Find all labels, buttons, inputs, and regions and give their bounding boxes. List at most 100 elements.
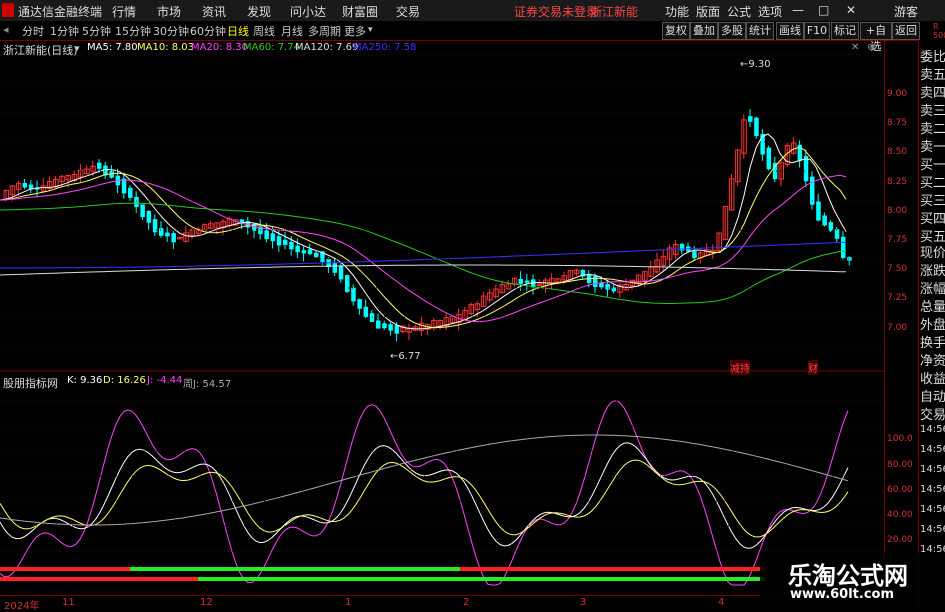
candle-body — [518, 278, 524, 284]
candle-body — [276, 236, 282, 246]
side-panel-item[interactable]: 卖五 — [920, 64, 945, 83]
menu-faxian[interactable]: 发现 — [247, 3, 271, 20]
y-tick: 7.75 — [887, 235, 908, 245]
corner-label: R 500 — [933, 22, 945, 40]
tab-5min[interactable]: 5分钟 — [82, 23, 111, 39]
menu-caifuquan[interactable]: 财富圈 — [342, 3, 378, 20]
menu-xuanxiang[interactable]: 选项 — [758, 3, 782, 20]
menu-jiaoyi[interactable]: 交易 — [396, 3, 420, 20]
side-panel-item[interactable]: 买一 — [920, 154, 945, 173]
candle-body — [264, 230, 269, 240]
candle-body — [314, 252, 319, 258]
low-label: ←6.77 — [390, 351, 421, 362]
side-panel-item[interactable]: 外盘 — [920, 314, 945, 333]
side-panel-item[interactable]: 买二 — [920, 172, 945, 191]
side-panel-item[interactable]: 委比 — [920, 46, 945, 65]
candle-body — [134, 196, 139, 208]
chart-expand-icon[interactable]: ⊕ — [867, 42, 875, 53]
side-panel-item[interactable]: 卖四 — [920, 82, 945, 101]
side-panel-item[interactable]: 14:56 — [920, 484, 945, 495]
login-status[interactable]: 证券交易未登录 — [514, 3, 598, 20]
back-button[interactable]: 返回 — [892, 22, 920, 40]
side-panel-item[interactable]: 现价 — [920, 242, 945, 261]
chart-collapse-icon[interactable]: ✕ — [851, 42, 859, 53]
huaxian-button[interactable]: 画线 — [776, 22, 804, 40]
side-panel-item[interactable]: 14:56 — [920, 444, 945, 455]
side-panel-item[interactable]: 14:56 — [920, 504, 945, 515]
scroll-left-icon[interactable]: ◂ — [3, 23, 9, 36]
y-tick: 8.25 — [887, 177, 908, 187]
fuquan-button[interactable]: 复权 — [662, 22, 690, 40]
watermark-title: 乐淘公式网 — [788, 562, 908, 590]
menu-hangqing[interactable]: 行情 — [112, 3, 136, 20]
menu-shichang[interactable]: 市场 — [157, 3, 181, 20]
f10-button[interactable]: F10 — [804, 22, 830, 40]
x-tick: 12 — [200, 597, 213, 608]
add-watchlist-button[interactable]: +自选 — [860, 22, 892, 53]
tab-15min[interactable]: 15分钟 — [115, 23, 151, 39]
tab-30min[interactable]: 30分钟 — [153, 23, 189, 39]
candle-body — [159, 228, 164, 236]
menu-gongshi[interactable]: 公式 — [727, 3, 751, 20]
side-panel-item[interactable]: 买三 — [920, 190, 945, 209]
tongji-button[interactable]: 统计 — [746, 22, 774, 40]
tab-multi-period[interactable]: 多周期 — [308, 23, 341, 39]
tab-weekly[interactable]: 周线 — [253, 23, 275, 39]
candle-body — [766, 147, 772, 170]
candle-body — [394, 325, 400, 334]
side-panel-item[interactable]: 14:56 — [920, 424, 945, 435]
candle-body — [165, 232, 170, 237]
d-line — [0, 459, 849, 538]
side-panel-item[interactable]: 交易 — [920, 404, 945, 423]
menu-gongneng[interactable]: 功能 — [665, 3, 689, 20]
signal-bar — [0, 567, 130, 571]
tab-monthly[interactable]: 月线 — [281, 23, 303, 39]
account-label[interactable]: 游客 — [894, 3, 918, 20]
ma20-label: MA20: 8.30 — [191, 42, 249, 53]
minimize-icon[interactable]: — — [792, 3, 804, 17]
diejia-button[interactable]: 叠加 — [690, 22, 718, 40]
candle-body — [754, 117, 759, 137]
kline-chart[interactable] — [0, 40, 884, 595]
more-dropdown-icon[interactable]: ▾ — [368, 25, 373, 35]
side-panel-item[interactable]: 自动 — [920, 386, 945, 405]
jianchi-marker[interactable]: 减持 — [730, 360, 750, 375]
ma250-label: MA250: 7.58 — [353, 42, 417, 53]
tab-1min[interactable]: 1分钟 — [50, 23, 79, 39]
biaoji-button[interactable]: 标记 — [831, 22, 859, 40]
menu-banmian[interactable]: 版面 — [696, 3, 720, 20]
x-tick: 2024年 — [4, 601, 40, 612]
tab-60min[interactable]: 60分钟 — [190, 23, 226, 39]
tab-fenshi[interactable]: 分时 — [22, 23, 44, 39]
side-panel-item[interactable]: 净资 — [920, 350, 945, 369]
menu-zixun[interactable]: 资讯 — [202, 3, 226, 20]
side-panel-item[interactable]: 卖一 — [920, 136, 945, 155]
ma10-label: MA10: 8.03 — [137, 42, 195, 53]
side-panel-item[interactable]: 涨跌 — [920, 260, 945, 279]
duogu-button[interactable]: 多股 — [718, 22, 746, 40]
main-chart-header: 浙江新能(日线) ▾ MA5: 7.80 MA10: 8.03 MA20: 8.… — [3, 42, 883, 57]
side-panel-item[interactable]: 总量 — [920, 296, 945, 315]
kdj-tick: 80.00 — [887, 460, 913, 470]
menu-wenxiaoda[interactable]: 问小达 — [290, 3, 326, 20]
weekly-j-line — [0, 434, 849, 526]
caiwu-marker[interactable]: 财 — [808, 360, 818, 375]
side-panel-item[interactable]: 卖二 — [920, 118, 945, 137]
candle-body — [22, 183, 28, 188]
side-panel-item[interactable]: 买四 — [920, 208, 945, 227]
close-icon[interactable]: ✕ — [846, 3, 856, 17]
side-panel-item[interactable]: 涨幅 — [920, 278, 945, 297]
chart-title: 浙江新能(日线) — [3, 44, 78, 57]
maximize-icon[interactable]: □ — [818, 3, 829, 17]
candle-body — [128, 187, 133, 198]
side-panel-item[interactable]: 14:56 — [920, 464, 945, 475]
settings-icon[interactable]: ▾ — [75, 44, 80, 54]
side-panel-item[interactable]: 14:56 — [920, 524, 945, 535]
x-tick: 4 — [718, 597, 725, 608]
side-panel-item[interactable]: 卖三 — [920, 100, 945, 119]
tab-daily[interactable]: 日线 — [227, 23, 249, 39]
tab-more[interactable]: 更多 — [344, 23, 366, 39]
candle-body — [121, 178, 127, 194]
side-panel-item[interactable]: 收益 — [920, 368, 945, 387]
side-panel-item[interactable]: 换手 — [920, 332, 945, 351]
